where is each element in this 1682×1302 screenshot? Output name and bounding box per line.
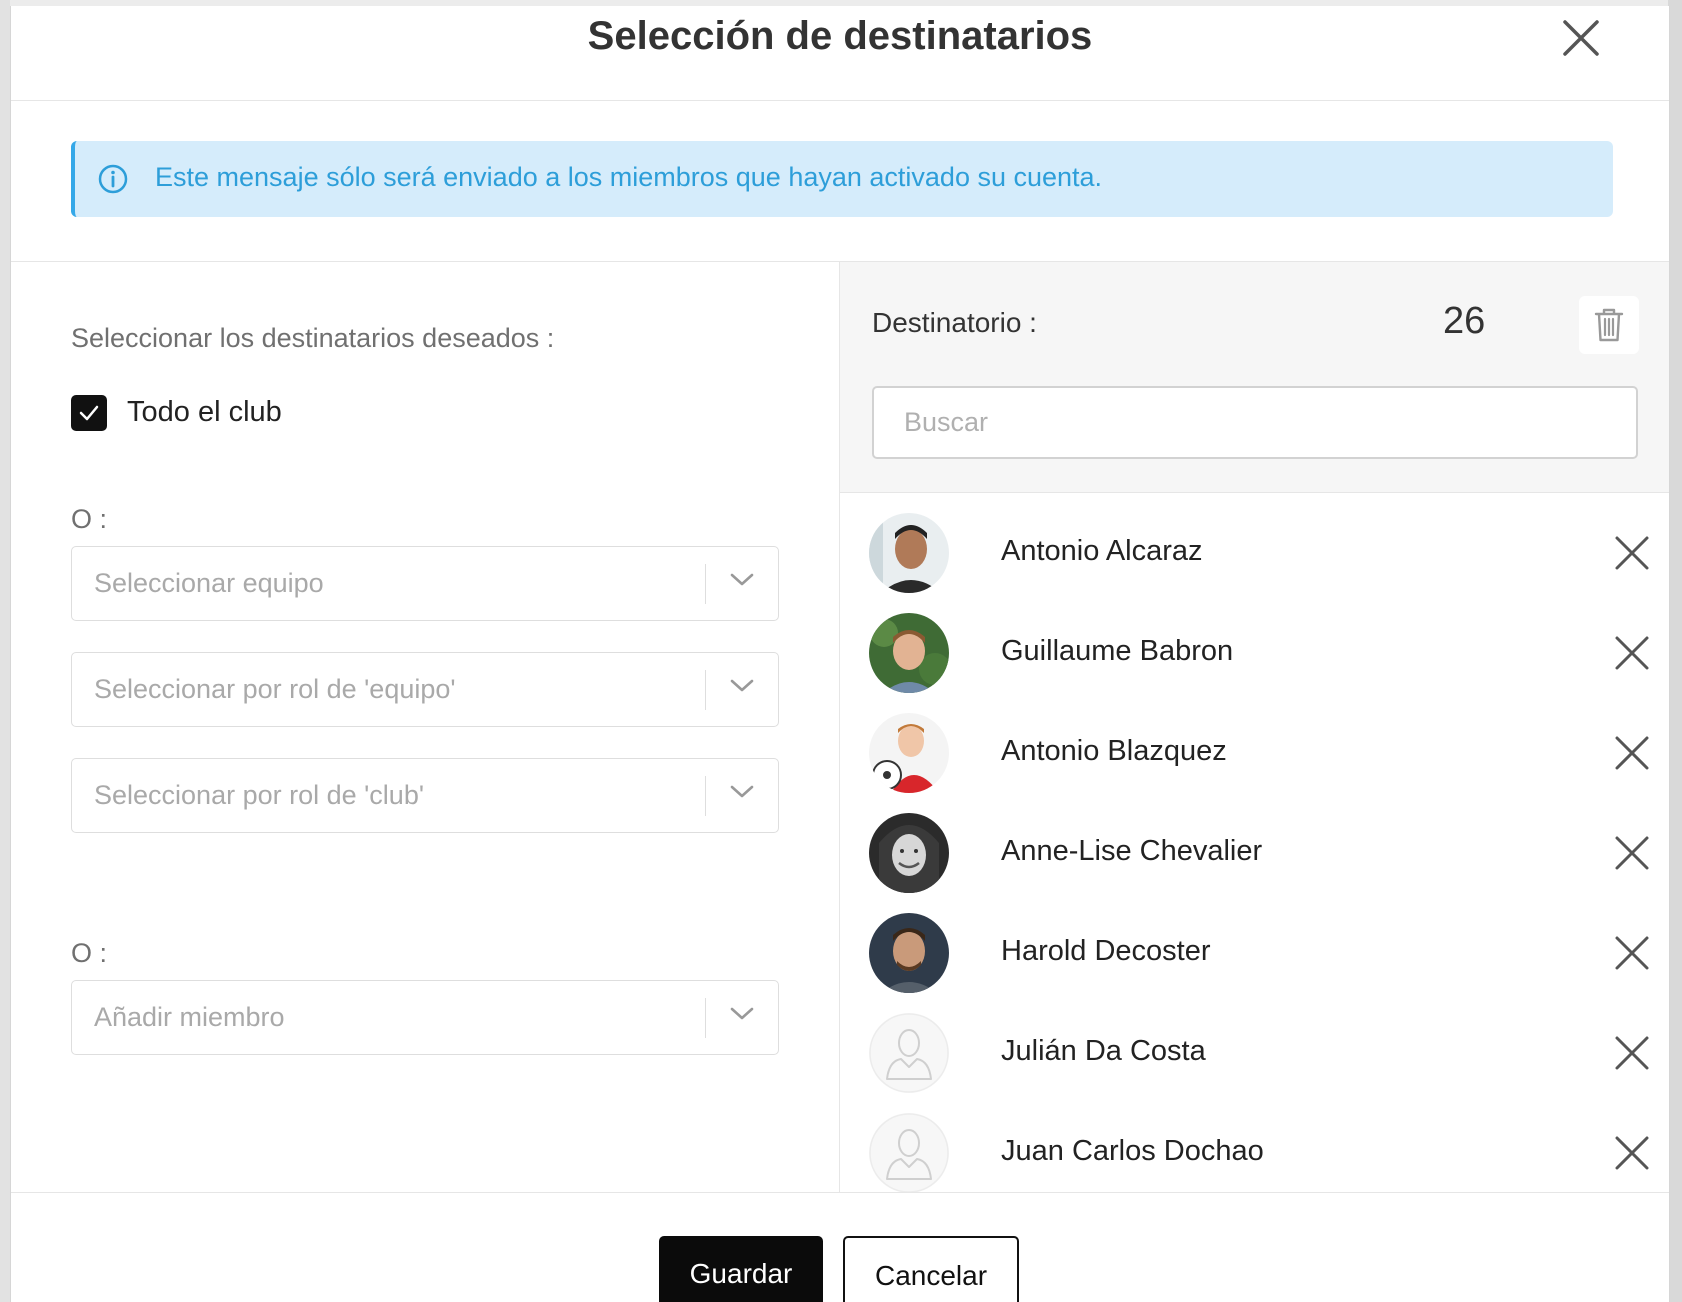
user-placeholder-icon xyxy=(869,1113,949,1192)
dialog-header: Selección de destinatarios xyxy=(11,6,1669,101)
club-role-select-placeholder: Seleccionar por rol de 'club' xyxy=(94,780,424,810)
avatar xyxy=(869,913,949,993)
remove-icon[interactable] xyxy=(1612,533,1652,573)
add-member-select-placeholder: Añadir miembro xyxy=(94,1002,285,1032)
dialog-title: Selección de destinatarios xyxy=(587,14,1093,58)
remove-icon[interactable] xyxy=(1612,1133,1652,1173)
save-button[interactable]: Guardar xyxy=(659,1236,823,1302)
selection-prompt: Seleccionar los destinatarios deseados : xyxy=(71,323,555,353)
divider xyxy=(705,564,706,604)
recipient-name: Harold Decoster xyxy=(1001,935,1211,967)
or-label: O : xyxy=(71,504,108,534)
list-item: Antonio Alcaraz xyxy=(840,503,1669,603)
search-input[interactable] xyxy=(872,386,1638,459)
recipient-name: Guillaume Babron xyxy=(1001,635,1234,667)
backdrop-left xyxy=(0,0,10,1302)
remove-icon[interactable] xyxy=(1612,633,1652,673)
info-section: Este mensaje sólo será enviado a los mie… xyxy=(11,101,1669,262)
list-item: Anne-Lise Chevalier xyxy=(840,803,1669,903)
team-select[interactable]: Seleccionar equipo xyxy=(71,546,779,621)
chevron-down-icon[interactable] xyxy=(730,572,754,593)
chevron-down-icon[interactable] xyxy=(730,678,754,699)
remove-icon[interactable] xyxy=(1612,833,1652,873)
cancel-button[interactable]: Cancelar xyxy=(843,1236,1019,1302)
divider xyxy=(705,998,706,1038)
team-select-placeholder: Seleccionar equipo xyxy=(94,568,324,598)
recipient-selection-dialog: Selección de destinatarios Este mensaje … xyxy=(10,6,1670,1302)
recipient-name: Antonio Alcaraz xyxy=(1001,535,1203,567)
whole-club-checkbox[interactable] xyxy=(71,395,107,431)
avatar xyxy=(869,513,949,593)
info-alert: Este mensaje sólo será enviado a los mie… xyxy=(71,141,1613,217)
whole-club-label[interactable]: Todo el club xyxy=(127,396,282,429)
list-item: Harold Decoster xyxy=(840,903,1669,1003)
add-member-select[interactable]: Añadir miembro xyxy=(71,980,779,1055)
info-message: Este mensaje sólo será enviado a los mie… xyxy=(155,162,1103,192)
recipient-name: Anne-Lise Chevalier xyxy=(1001,835,1263,867)
club-role-select[interactable]: Seleccionar por rol de 'club' xyxy=(71,758,779,833)
dialog-footer: Guardar Cancelar xyxy=(11,1192,1669,1302)
info-icon xyxy=(97,163,129,195)
recipients-label: Destinatorio : xyxy=(872,307,1037,338)
recipients-count: 26 xyxy=(1443,300,1486,342)
team-role-select-placeholder: Seleccionar por rol de 'equipo' xyxy=(94,674,456,704)
remove-icon[interactable] xyxy=(1612,733,1652,773)
avatar xyxy=(869,613,949,693)
list-item: Antonio Blazquez xyxy=(840,703,1669,803)
close-icon[interactable] xyxy=(1559,16,1603,60)
remove-icon[interactable] xyxy=(1612,1033,1652,1073)
divider xyxy=(705,776,706,816)
team-role-select[interactable]: Seleccionar por rol de 'equipo' xyxy=(71,652,779,727)
chevron-down-icon[interactable] xyxy=(730,784,754,805)
recipient-name: Juan Carlos Dochao xyxy=(1001,1135,1264,1167)
recipients-header: Destinatorio : 26 xyxy=(840,262,1669,493)
list-item: Guillaume Babron xyxy=(840,603,1669,703)
recipient-name: Julián Da Costa xyxy=(1001,1035,1206,1067)
recipients-panel: Destinatorio : 26 Buscar Antonio Alcaraz… xyxy=(839,262,1669,1192)
list-item: Juan Carlos Dochao xyxy=(840,1103,1669,1192)
trash-icon[interactable] xyxy=(1579,296,1639,354)
recipients-list: Antonio Alcaraz Guillaume Babron Antonio… xyxy=(840,493,1669,1192)
backdrop-right xyxy=(1668,0,1682,1302)
selection-panel: Seleccionar los destinatarios deseados :… xyxy=(11,262,838,1192)
avatar xyxy=(869,813,949,893)
list-item: Julián Da Costa xyxy=(840,1003,1669,1103)
user-placeholder-icon xyxy=(869,1013,949,1093)
chevron-down-icon[interactable] xyxy=(730,1006,754,1027)
or-label: O : xyxy=(71,938,108,968)
remove-icon[interactable] xyxy=(1612,933,1652,973)
divider xyxy=(705,670,706,710)
recipient-name: Antonio Blazquez xyxy=(1001,735,1227,767)
avatar xyxy=(869,713,949,793)
